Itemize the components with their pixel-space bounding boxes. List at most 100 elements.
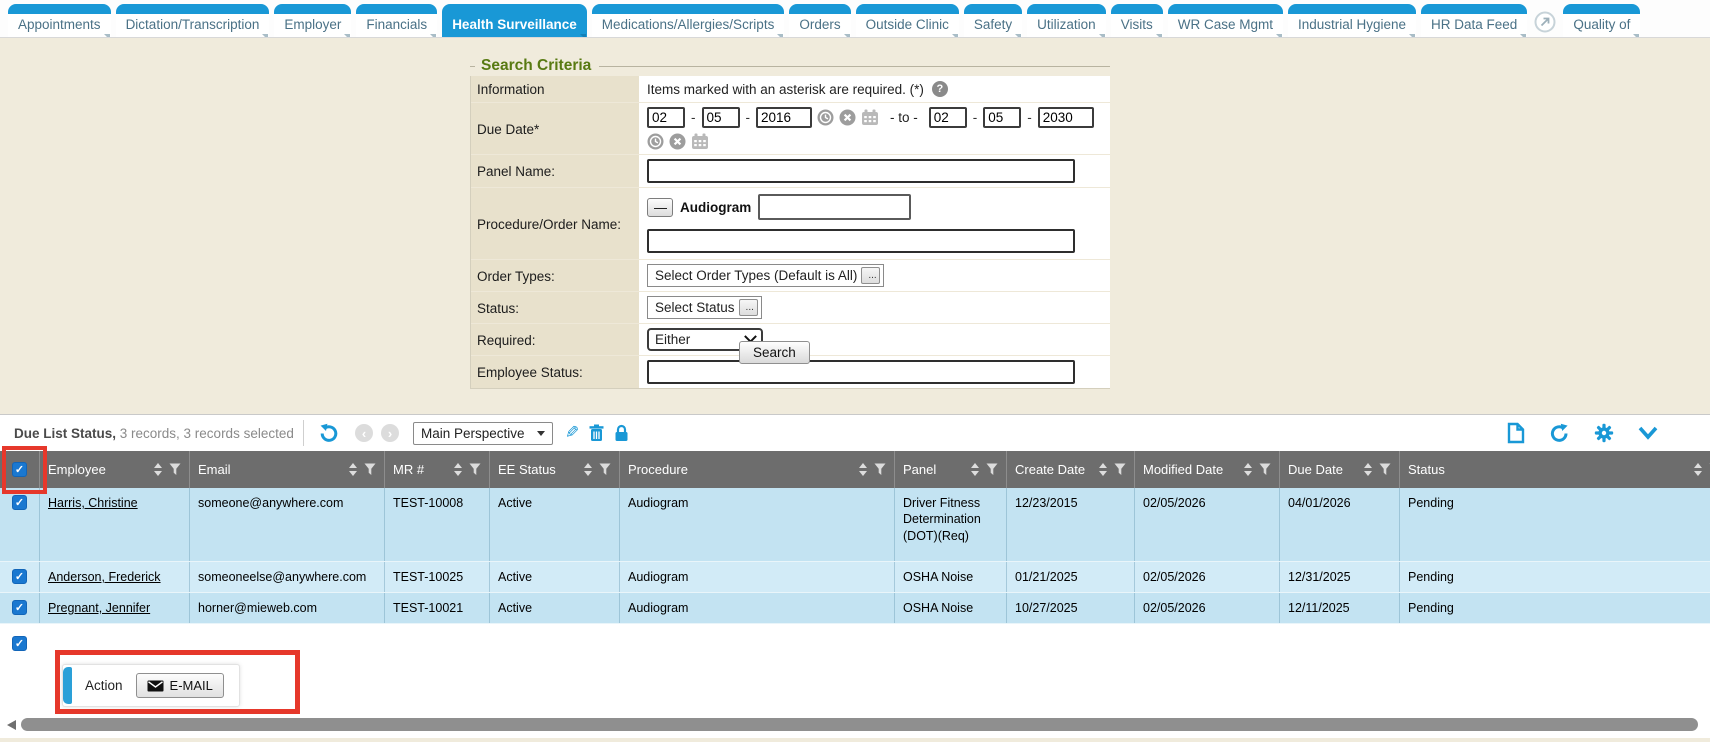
column-header-ee-status[interactable]: EE Status xyxy=(490,451,620,488)
sort-icon[interactable] xyxy=(1099,463,1107,476)
tab-financials[interactable]: Financials xyxy=(356,4,437,37)
calendar-icon[interactable] xyxy=(691,133,709,150)
clear-date-icon[interactable] xyxy=(669,133,686,150)
tab-dictation-transcription[interactable]: Dictation/Transcription xyxy=(116,4,270,37)
help-icon[interactable] xyxy=(932,81,948,97)
tab-hr-data-feed[interactable]: HR Data Feed xyxy=(1421,4,1527,37)
procedure-quick-input[interactable] xyxy=(758,194,911,220)
tab-label: Employer xyxy=(274,14,351,37)
employee-link[interactable]: Anderson, Frederick xyxy=(48,570,161,584)
filter-icon[interactable] xyxy=(364,463,376,476)
sort-icon[interactable] xyxy=(349,463,357,476)
order-types-picker[interactable]: Select Order Types (Default is All) ... xyxy=(647,264,884,287)
scrollbar-thumb[interactable] xyxy=(21,718,1698,731)
sort-icon[interactable] xyxy=(1244,463,1252,476)
footer-checkbox[interactable] xyxy=(12,636,27,651)
column-label: Panel xyxy=(903,462,936,477)
filter-icon[interactable] xyxy=(874,463,886,476)
due-list-status-panel: Due List Status, 3 records, 3 records se… xyxy=(0,414,1710,738)
sort-icon[interactable] xyxy=(1694,463,1702,476)
row-checkbox[interactable] xyxy=(12,600,27,615)
sort-icon[interactable] xyxy=(454,463,462,476)
column-label: MR # xyxy=(393,462,424,477)
remove-procedure-button[interactable]: — xyxy=(647,198,673,217)
tab-health-surveillance[interactable]: Health Surveillance xyxy=(442,4,587,37)
gear-icon[interactable] xyxy=(1594,423,1614,443)
delete-perspective-icon[interactable] xyxy=(589,424,604,442)
filter-icon[interactable] xyxy=(986,463,998,476)
tab-wr-case-mgmt[interactable]: WR Case Mgmt xyxy=(1168,4,1283,37)
due-date-from-month-input[interactable] xyxy=(647,107,685,128)
tab-strip xyxy=(1027,4,1106,14)
tab-utilization[interactable]: Utilization xyxy=(1027,4,1106,37)
email-button[interactable]: E-MAIL xyxy=(136,673,224,698)
tab-outside-clinic[interactable]: Outside Clinic xyxy=(856,4,959,37)
panel-name-input[interactable] xyxy=(647,159,1075,183)
status-picker[interactable]: Select Status ... xyxy=(647,296,762,319)
sort-icon[interactable] xyxy=(971,463,979,476)
row-checkbox[interactable] xyxy=(12,495,27,510)
sort-icon[interactable] xyxy=(1364,463,1372,476)
external-link-circle-icon[interactable] xyxy=(1534,11,1556,33)
column-header-email[interactable]: Email xyxy=(190,451,385,488)
filter-icon[interactable] xyxy=(1259,463,1271,476)
tab-industrial-hygiene[interactable]: Industrial Hygiene xyxy=(1288,4,1416,37)
search-button[interactable]: Search xyxy=(739,341,810,364)
tab-employer[interactable]: Employer xyxy=(274,4,351,37)
cell-employee: Anderson, Frederick xyxy=(40,562,190,592)
due-date-from-day-input[interactable] xyxy=(702,107,740,128)
filter-icon[interactable] xyxy=(1114,463,1126,476)
tab-quality-of[interactable]: Quality of xyxy=(1563,4,1640,37)
time-icon[interactable] xyxy=(647,133,664,150)
collapse-icon[interactable] xyxy=(1638,426,1658,440)
previous-page-icon[interactable]: ‹ xyxy=(355,424,373,442)
sort-icon[interactable] xyxy=(154,463,162,476)
selected-procedure: Audiogram xyxy=(680,200,751,215)
employee-link[interactable]: Harris, Christine xyxy=(48,496,138,510)
tab-visits[interactable]: Visits xyxy=(1111,4,1163,37)
select-all-checkbox[interactable] xyxy=(12,462,27,477)
undo-icon[interactable] xyxy=(318,423,339,444)
column-header-create-date[interactable]: Create Date xyxy=(1007,451,1135,488)
filter-icon[interactable] xyxy=(169,463,181,476)
filter-icon[interactable] xyxy=(469,463,481,476)
column-header-mr[interactable]: MR # xyxy=(385,451,490,488)
tab-orders[interactable]: Orders xyxy=(789,4,850,37)
perspective-select[interactable]: Main Perspective xyxy=(413,422,553,445)
due-date-to-month-input[interactable] xyxy=(929,107,967,128)
scroll-left-icon[interactable] xyxy=(7,720,16,730)
tab-label: HR Data Feed xyxy=(1421,14,1527,37)
employee-link[interactable]: Pregnant, Jennifer xyxy=(48,601,150,615)
time-icon[interactable] xyxy=(817,109,834,126)
next-page-icon[interactable]: › xyxy=(381,424,399,442)
order-types-row: Order Types: Select Order Types (Default… xyxy=(471,259,1110,291)
column-header-status[interactable]: Status xyxy=(1400,451,1710,488)
filter-icon[interactable] xyxy=(1379,463,1391,476)
status-browse-button[interactable]: ... xyxy=(739,299,758,316)
column-header-due-date[interactable]: Due Date xyxy=(1280,451,1400,488)
edit-perspective-icon[interactable]: ✎ xyxy=(565,423,579,443)
due-date-to-year-input[interactable] xyxy=(1038,107,1094,128)
lock-icon[interactable] xyxy=(614,424,629,442)
due-date-from-year-input[interactable] xyxy=(756,107,812,128)
sort-icon[interactable] xyxy=(584,463,592,476)
column-header-panel[interactable]: Panel xyxy=(895,451,1007,488)
clear-date-icon[interactable] xyxy=(839,109,856,126)
employee-status-input[interactable] xyxy=(647,360,1075,384)
order-types-browse-button[interactable]: ... xyxy=(861,267,880,284)
new-document-icon[interactable] xyxy=(1507,422,1525,444)
row-checkbox[interactable] xyxy=(12,569,27,584)
tab-appointments[interactable]: Appointments xyxy=(8,4,111,37)
action-card: Action E-MAIL xyxy=(62,664,240,707)
tab-medications-allergies-scripts[interactable]: Medications/Allergies/Scripts xyxy=(592,4,785,37)
column-header-employee[interactable]: Employee xyxy=(40,451,190,488)
procedure-order-name-input[interactable] xyxy=(647,229,1075,253)
column-header-modified-date[interactable]: Modified Date xyxy=(1135,451,1280,488)
calendar-icon[interactable] xyxy=(861,109,879,126)
tab-safety[interactable]: Safety xyxy=(964,4,1022,37)
sort-icon[interactable] xyxy=(859,463,867,476)
due-date-to-day-input[interactable] xyxy=(983,107,1021,128)
filter-icon[interactable] xyxy=(599,463,611,476)
column-header-procedure[interactable]: Procedure xyxy=(620,451,895,488)
refresh-icon[interactable] xyxy=(1549,423,1570,444)
